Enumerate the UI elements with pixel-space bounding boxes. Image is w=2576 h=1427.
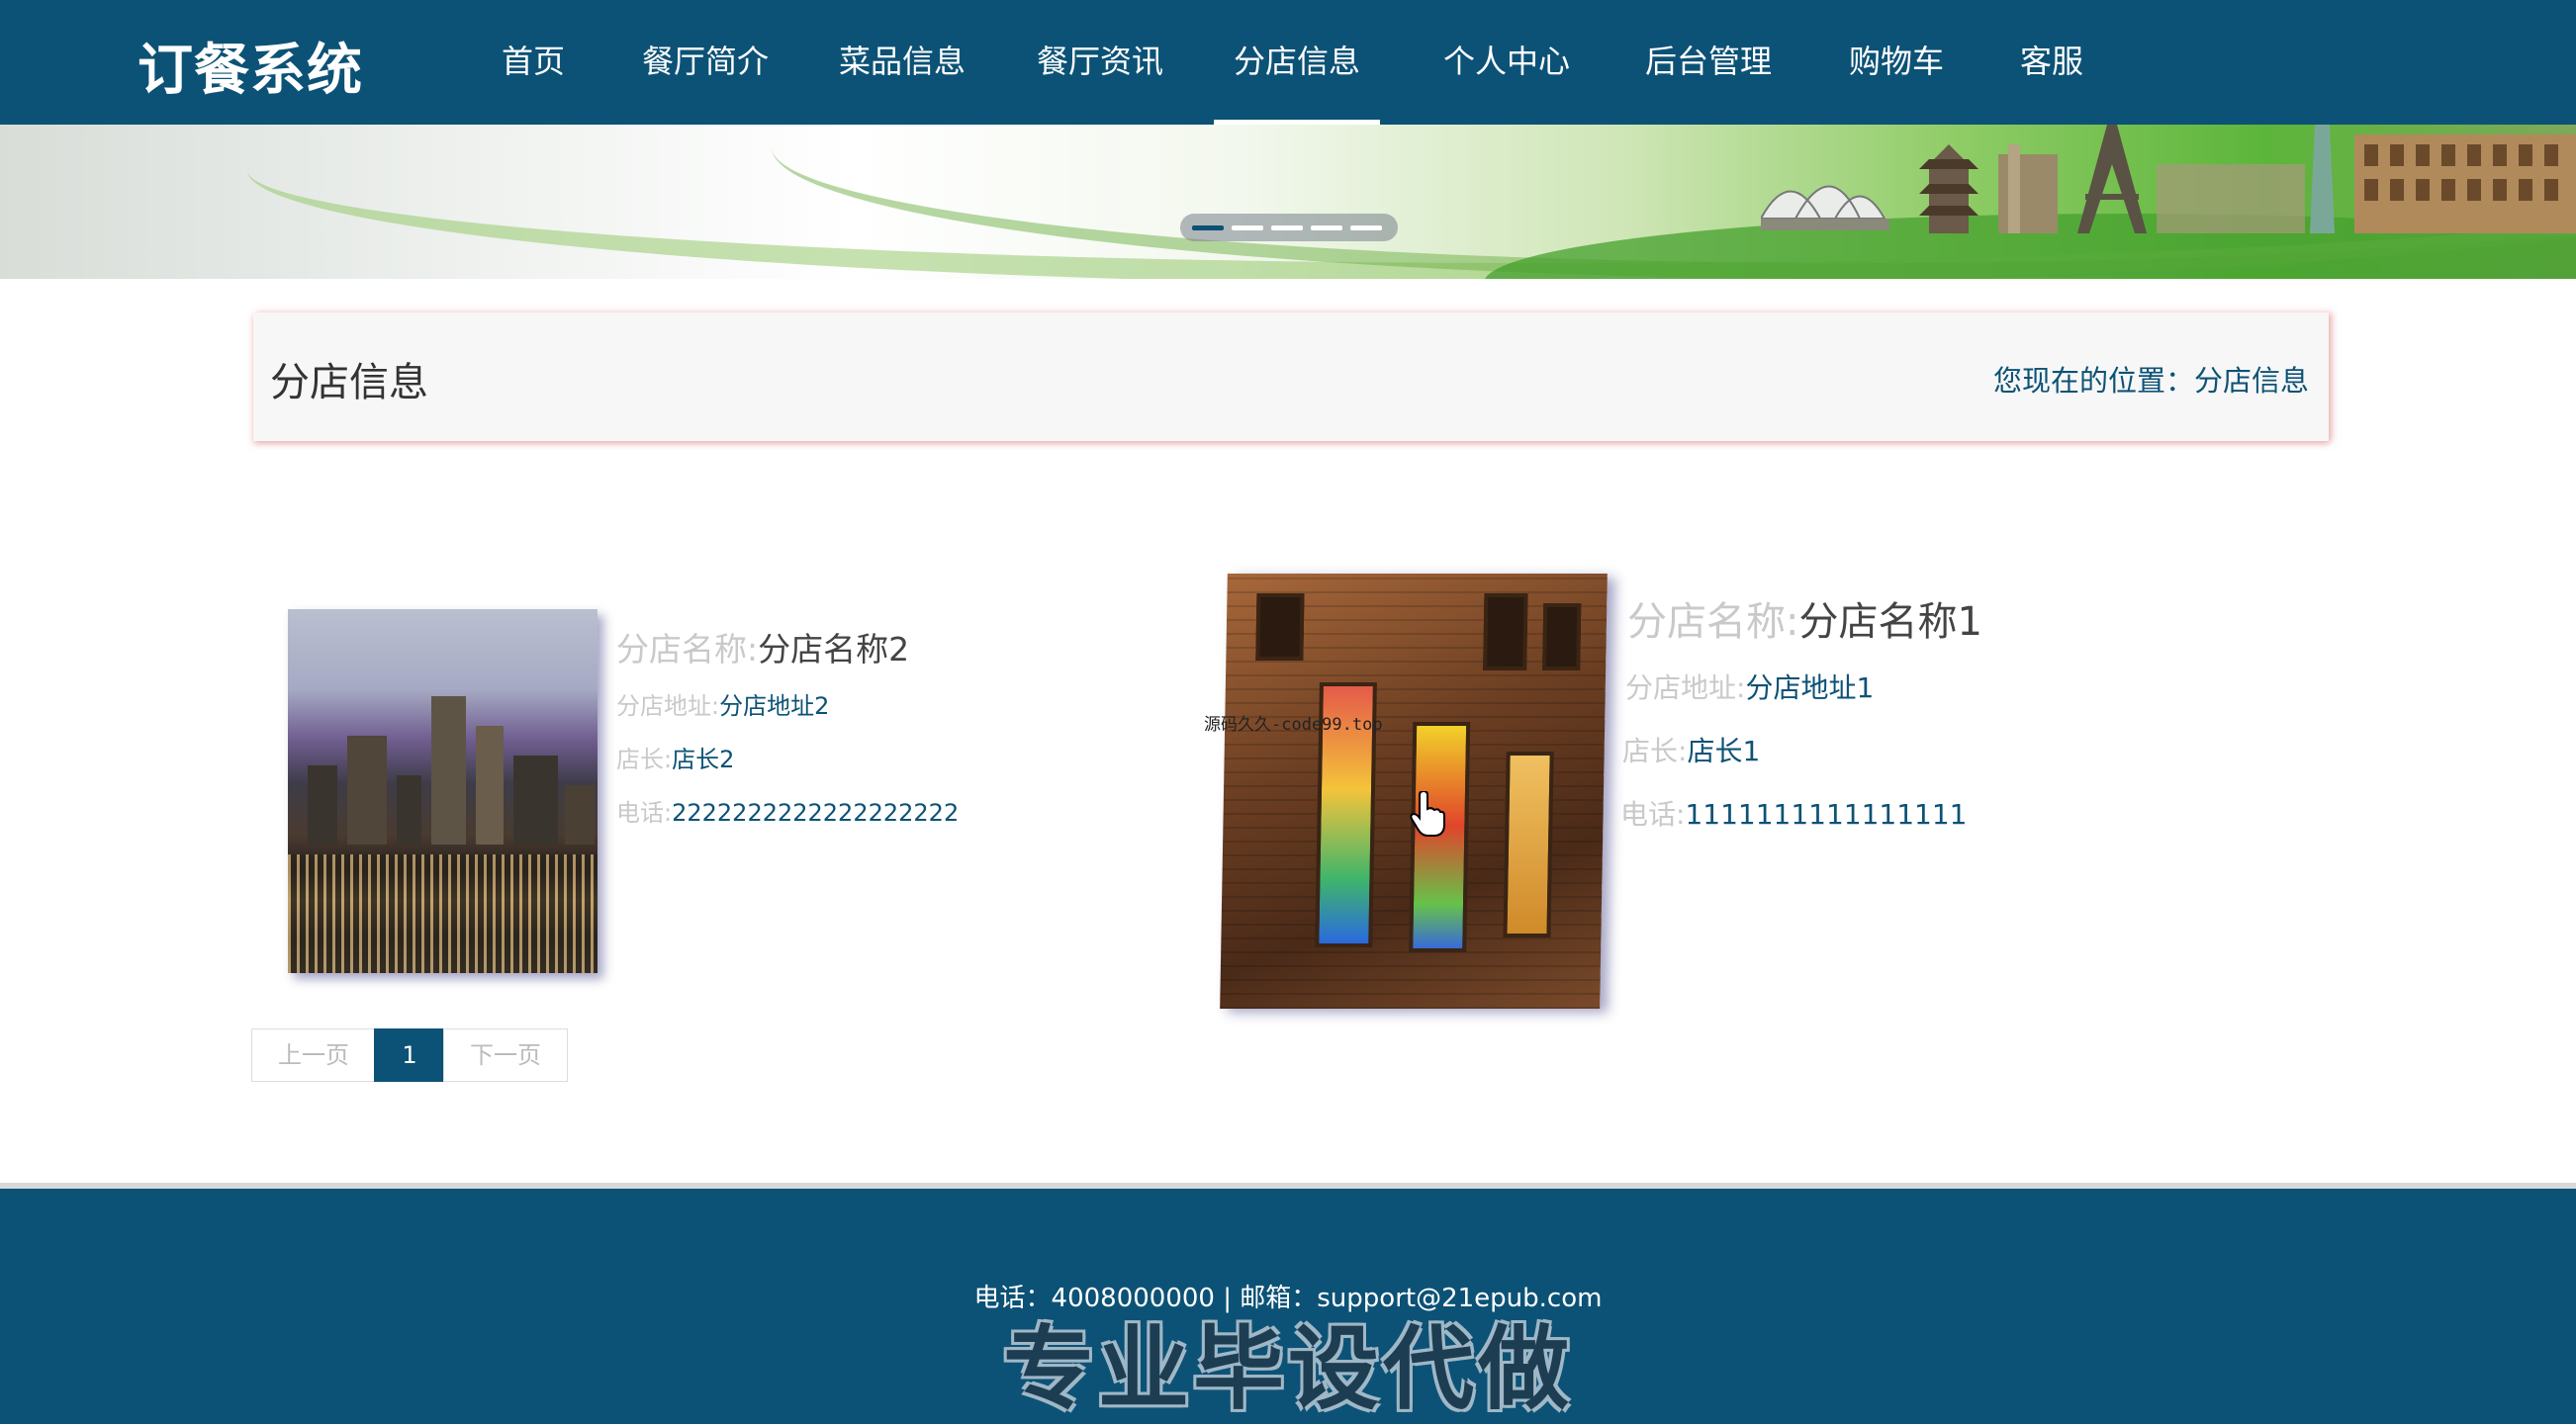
branch-manager-row: 店长:店长2 bbox=[616, 740, 734, 774]
breadcrumb-current[interactable]: 分店信息 bbox=[2194, 364, 2309, 398]
site-logo[interactable]: 订餐系统 bbox=[138, 26, 363, 106]
branch-address-label: 分店地址: bbox=[1625, 671, 1746, 704]
top-navbar: 订餐系统 首页 餐厅简介 菜品信息 餐厅资讯 分店信息 个人中心 后台管理 购物… bbox=[0, 0, 2576, 125]
branch-manager: 店长1 bbox=[1687, 735, 1761, 767]
next-page-button[interactable]: 下一页 bbox=[443, 1028, 568, 1082]
nav-news[interactable]: 餐厅资讯 bbox=[1037, 0, 1163, 125]
branch-manager-row: 店长:店长1 bbox=[1622, 730, 1760, 769]
nav-profile[interactable]: 个人中心 bbox=[1443, 0, 1570, 125]
carousel-indicators bbox=[1180, 214, 1398, 241]
branch-name[interactable]: 分店名称2 bbox=[758, 630, 909, 669]
branch-manager-label: 店长: bbox=[616, 746, 673, 773]
prev-page-button[interactable]: 上一页 bbox=[251, 1028, 376, 1082]
branch-phone-row: 电话:1111111111111111 bbox=[1620, 793, 1967, 833]
branch-phone-row: 电话:2222222222222222222 bbox=[616, 793, 959, 828]
nav-support[interactable]: 客服 bbox=[2020, 0, 2083, 125]
landmarks-illustration bbox=[1761, 125, 2576, 233]
carousel-dot-3[interactable] bbox=[1271, 225, 1303, 230]
nav-branches[interactable]: 分店信息 bbox=[1213, 0, 1381, 125]
branch-name[interactable]: 分店名称1 bbox=[1798, 599, 1981, 645]
branch-image[interactable] bbox=[288, 609, 598, 973]
breadcrumb-prefix: 您现在的位置： bbox=[1992, 364, 2194, 398]
page-title-bar: 分店信息 您现在的位置：分店信息 bbox=[253, 312, 2329, 441]
page-1-button[interactable]: 1 bbox=[374, 1028, 445, 1082]
branch-address-row: 分店地址:分店地址2 bbox=[616, 686, 829, 721]
carousel-dot-1[interactable] bbox=[1192, 225, 1224, 230]
branch-address-label: 分店地址: bbox=[616, 692, 720, 720]
page-title: 分店信息 bbox=[270, 360, 428, 405]
carousel-dot-2[interactable] bbox=[1232, 225, 1263, 230]
branch-name-label: 分店名称: bbox=[1627, 599, 1799, 645]
branch-name-label: 分店名称: bbox=[616, 630, 759, 669]
promo-overlay-text: 专业毕设代做 bbox=[1002, 1316, 1573, 1422]
branch-name-row: 分店名称:分店名称2 bbox=[616, 623, 909, 670]
nav-dishes[interactable]: 菜品信息 bbox=[839, 0, 966, 125]
branch-manager: 店长2 bbox=[672, 746, 735, 773]
watermark-text: 源码久久-code99.top bbox=[1204, 715, 1383, 735]
nav-home[interactable]: 首页 bbox=[502, 0, 565, 125]
branch-phone: 1111111111111111 bbox=[1685, 798, 1968, 831]
hand-cursor-icon bbox=[1410, 791, 1445, 837]
nav-admin[interactable]: 后台管理 bbox=[1645, 0, 1772, 125]
branch-address-row: 分店地址:分店地址1 bbox=[1625, 667, 1874, 706]
branch-phone-label: 电话: bbox=[616, 799, 673, 827]
footer: 电话：4008000000 | 邮箱：support@21epub.com 专业… bbox=[0, 1189, 2576, 1424]
nav-restaurant-intro[interactable]: 餐厅简介 bbox=[642, 0, 769, 125]
branch-address: 分店地址2 bbox=[719, 692, 830, 720]
branch-name-row: 分店名称:分店名称1 bbox=[1627, 589, 1982, 647]
branch-address: 分店地址1 bbox=[1745, 671, 1875, 704]
banner-carousel[interactable] bbox=[0, 125, 2576, 279]
carousel-dot-4[interactable] bbox=[1311, 225, 1342, 230]
branch-phone-label: 电话: bbox=[1620, 798, 1686, 831]
branch-manager-label: 店长: bbox=[1622, 735, 1688, 767]
nav-cart[interactable]: 购物车 bbox=[1849, 0, 1944, 125]
breadcrumb: 您现在的位置：分店信息 bbox=[1993, 358, 2309, 400]
branch-phone: 2222222222222222222 bbox=[672, 799, 960, 827]
carousel-dot-5[interactable] bbox=[1350, 225, 1382, 230]
